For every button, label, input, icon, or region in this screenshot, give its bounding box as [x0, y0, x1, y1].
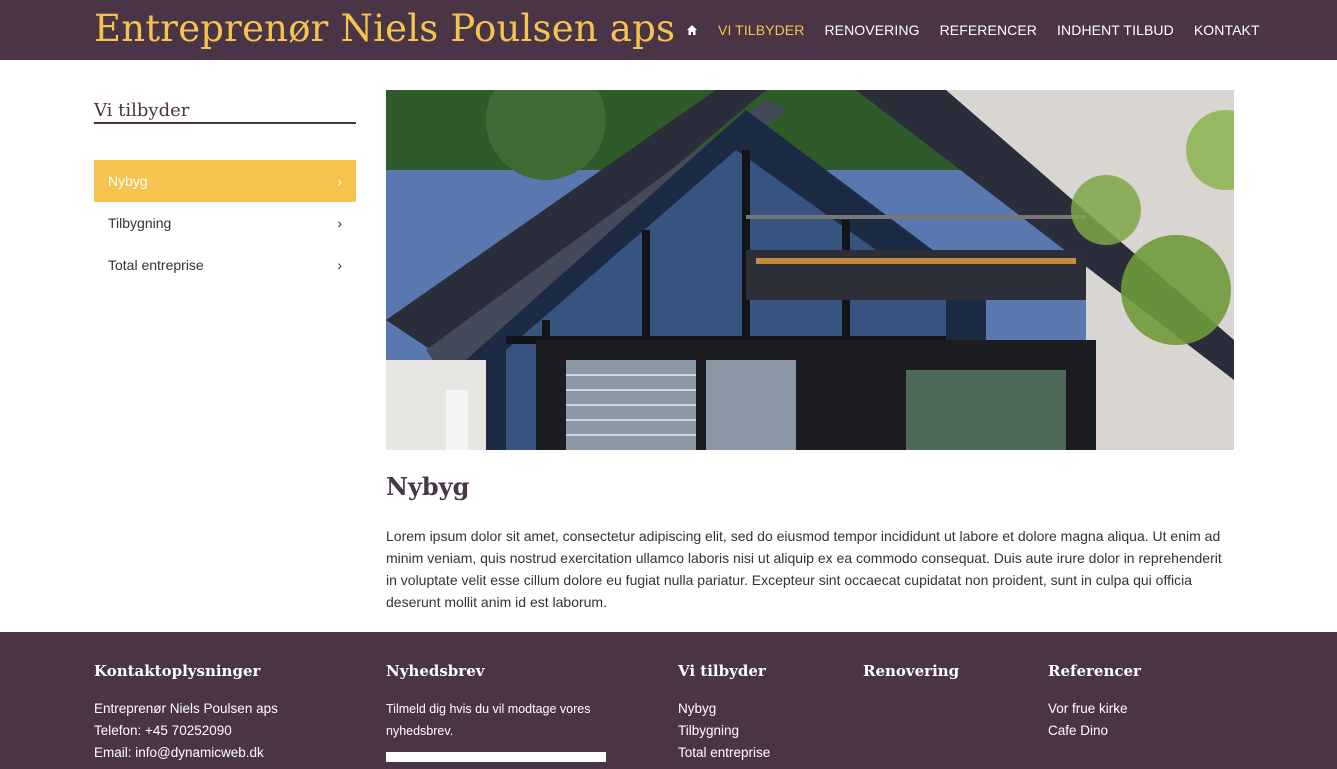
- chevron-right-icon: ›: [337, 215, 342, 231]
- sidebar-title: Vi tilbyder: [94, 100, 356, 124]
- footer-company-name: Entreprenør Niels Poulsen aps: [94, 701, 278, 716]
- footer-heading: Referencer: [1048, 662, 1141, 680]
- newsletter-text: Tilmeld dig hvis du vil modtage vores ny…: [386, 702, 591, 738]
- footer-link-cafe-dino[interactable]: Cafe Dino: [1048, 720, 1141, 742]
- newsletter-email-input[interactable]: [386, 752, 606, 762]
- footer-link-total-entreprise[interactable]: Total entreprise: [678, 742, 770, 764]
- footer-newsletter: Nyhedsbrev Tilmeld dig hvis du vil modta…: [386, 662, 616, 762]
- chevron-right-icon: ›: [337, 173, 342, 189]
- footer-link-vor-frue-kirke[interactable]: Vor frue kirke: [1048, 698, 1141, 720]
- site-footer: Kontaktoplysninger Entreprenør Niels Pou…: [0, 632, 1337, 769]
- page-title: Nybyg: [386, 472, 470, 501]
- sidebar-item-label: Tilbygning: [108, 215, 172, 231]
- footer-email[interactable]: Email: info@dynamicweb.dk: [94, 742, 278, 764]
- sidebar-item-nybyg[interactable]: Nybyg ›: [94, 160, 356, 202]
- nav-item-vi-tilbyder[interactable]: VI TILBYDER: [718, 22, 804, 38]
- footer-heading: Vi tilbyder: [678, 662, 766, 680]
- main-nav: VI TILBYDER RENOVERING REFERENCER INDHEN…: [686, 0, 1280, 60]
- nav-item-referencer[interactable]: REFERENCER: [940, 22, 1037, 38]
- footer-link-nybyg[interactable]: Nybyg: [678, 698, 770, 720]
- sidebar-item-label: Total entreprise: [108, 257, 204, 273]
- footer-phone: Telefon: +45 70252090: [94, 723, 232, 738]
- footer-renovation: Renovering: [863, 662, 959, 698]
- footer-offer: Vi tilbyder Nybyg Tilbygning Total entre…: [678, 662, 770, 764]
- site-logo[interactable]: Entreprenør Niels Poulsen aps: [94, 6, 675, 52]
- footer-references: Referencer Vor frue kirke Cafe Dino: [1048, 662, 1141, 742]
- nav-item-kontakt[interactable]: KONTAKT: [1194, 22, 1260, 38]
- sidebar-item-tilbygning[interactable]: Tilbygning ›: [94, 202, 356, 244]
- page-body-text: Lorem ipsum dolor sit amet, consectetur …: [386, 528, 1222, 610]
- footer-heading: Renovering: [863, 662, 960, 680]
- footer-heading: Kontaktoplysninger: [94, 662, 261, 680]
- sidebar-item-label: Nybyg: [108, 173, 148, 189]
- footer-heading: Nyhedsbrev: [386, 662, 485, 680]
- site-header: Entreprenør Niels Poulsen aps VI TILBYDE…: [0, 0, 1337, 60]
- sidebar-menu: Nybyg › Tilbygning › Total entreprise ›: [94, 160, 356, 286]
- nav-item-indhent-tilbud[interactable]: INDHENT TILBUD: [1057, 22, 1174, 38]
- footer-contact: Kontaktoplysninger Entreprenør Niels Pou…: [94, 662, 278, 764]
- home-icon[interactable]: [686, 24, 698, 36]
- sidebar-item-total-entreprise[interactable]: Total entreprise ›: [94, 244, 356, 286]
- footer-link-tilbygning[interactable]: Tilbygning: [678, 720, 770, 742]
- chevron-right-icon: ›: [337, 257, 342, 273]
- hero-house-image: [386, 90, 1234, 450]
- nav-item-renovering[interactable]: RENOVERING: [824, 22, 919, 38]
